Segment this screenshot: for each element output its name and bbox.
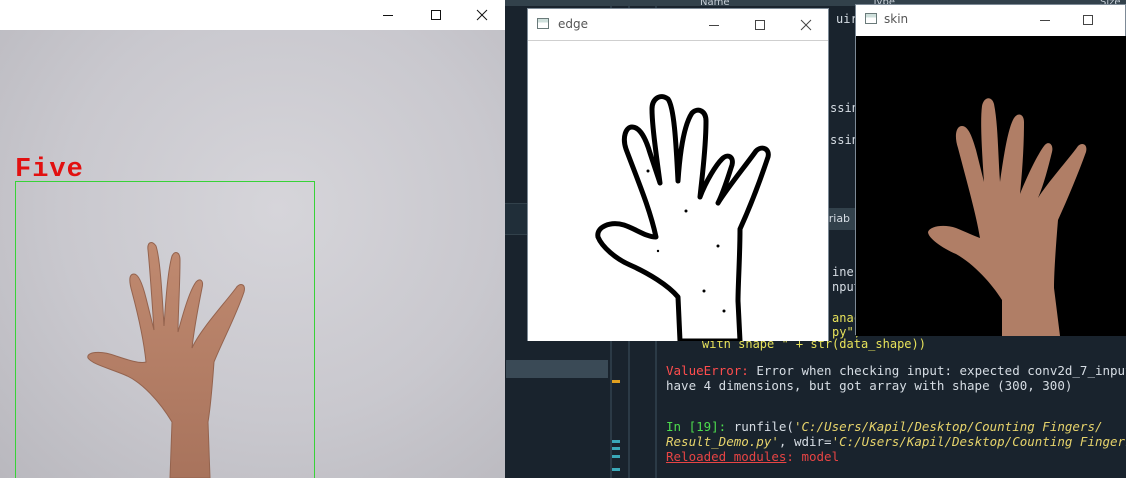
runfile-call: runfile( [726, 419, 794, 434]
camera-window: Five [0, 0, 505, 478]
code-fragment: ine [832, 265, 854, 279]
edge-window: edge [527, 8, 829, 341]
close-button[interactable] [459, 0, 505, 30]
skin-window-titlebar[interactable]: skin [856, 5, 1125, 35]
console-error-line: ValueError: Error when checking input: e… [666, 363, 1126, 378]
camera-window-titlebar[interactable] [0, 0, 505, 30]
scrollbar-marker [612, 447, 620, 450]
window-title: edge [558, 17, 588, 31]
minimize-icon [383, 15, 393, 16]
edge-image [528, 41, 828, 341]
maximize-icon [755, 19, 765, 30]
scrollbar-marker [612, 455, 620, 458]
minimize-icon [709, 24, 719, 26]
runfile-path: 'C:/Users/Kapil/Desktop/Counting Fingers… [793, 419, 1103, 434]
camera-feed: Five [0, 30, 505, 478]
maximize-icon [431, 10, 441, 20]
window-app-icon [537, 18, 549, 29]
scrollbar-marker [612, 380, 620, 383]
maximize-icon [1083, 15, 1093, 25]
scrollbar-marker [612, 440, 620, 443]
close-icon [476, 9, 488, 21]
skin-mask-image [856, 36, 1126, 336]
hand-edge-outline [595, 94, 771, 341]
minimize-button[interactable] [365, 0, 411, 30]
console-runfile-line: Result_Demo.py', wdir='C:/Users/Kapil/De… [666, 434, 1126, 449]
maximize-button[interactable] [737, 9, 783, 40]
wdir-label: , wdir= [778, 434, 832, 449]
close-button[interactable] [783, 9, 829, 40]
minimize-icon [1040, 20, 1050, 21]
console-runfile-line: In [19]: runfile('C:/Users/Kapil/Desktop… [666, 419, 1103, 434]
close-icon [800, 19, 812, 30]
maximize-button[interactable] [1065, 5, 1111, 35]
wdir-path: 'C:/Users/Kapil/Desktop/Counting Fingers… [831, 434, 1126, 449]
scrollbar-marker [612, 468, 620, 471]
minimize-button[interactable] [691, 9, 737, 40]
error-message: Error when checking input: expected conv… [748, 363, 1126, 378]
console-error-line: have 4 dimensions, but got array with sh… [666, 378, 1073, 393]
skin-window: skin [855, 4, 1126, 336]
finger-count-label: Five [15, 155, 84, 185]
console-reload-line: Reloaded modules: model [666, 449, 839, 464]
maximize-button[interactable] [413, 0, 459, 30]
edge-window-titlebar[interactable]: edge [528, 9, 828, 41]
minimize-button[interactable] [1022, 5, 1068, 35]
reloaded-modules-link[interactable]: Reloaded modules [666, 449, 786, 464]
hand-skin-mask [928, 98, 1087, 336]
roi-bounding-box [15, 181, 315, 478]
column-header-name[interactable]: Name [700, 0, 740, 6]
reloaded-modules-list: : model [786, 449, 840, 464]
horizontal-scrollbar[interactable] [506, 360, 608, 378]
window-app-icon [865, 13, 877, 24]
console-prompt: In [19]: [666, 419, 727, 434]
runfile-filename: Result_Demo.py' [666, 434, 779, 449]
window-title: skin [884, 12, 909, 26]
error-type: ValueError: [666, 363, 749, 378]
